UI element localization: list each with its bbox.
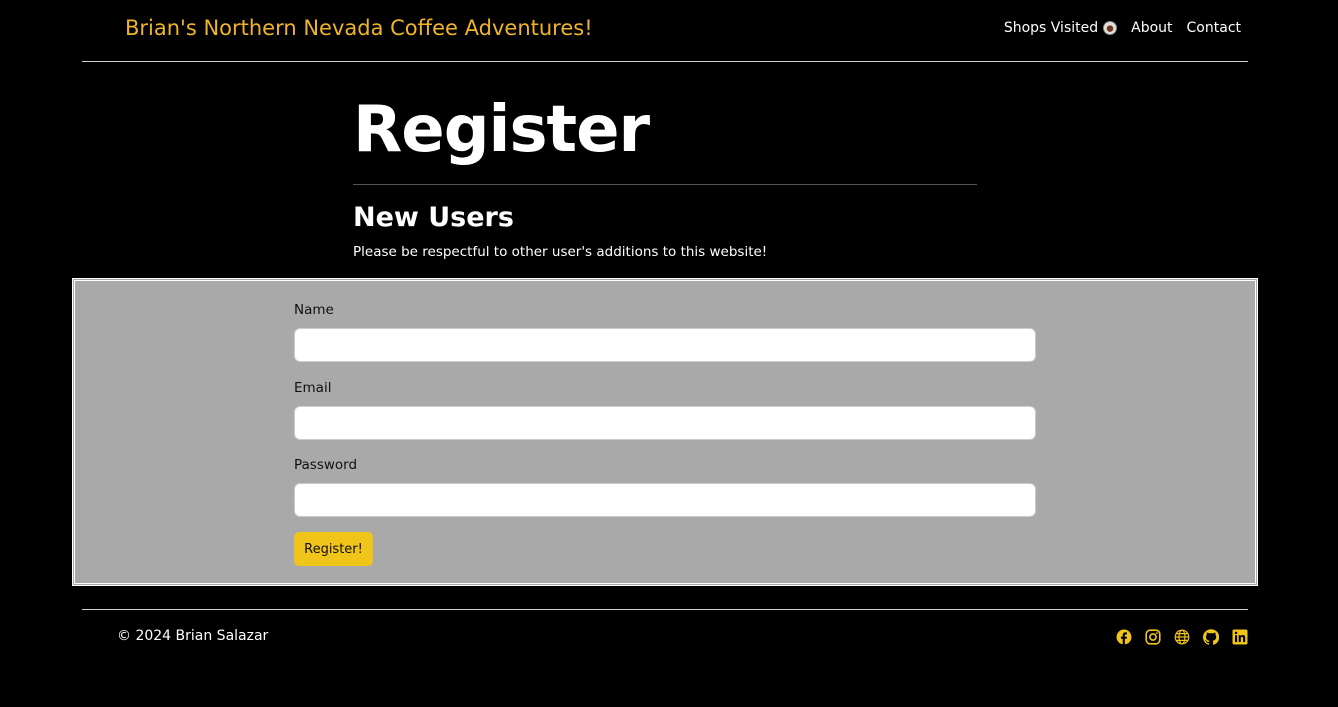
page-title: Register	[353, 93, 650, 167]
register-button[interactable]: Register!	[294, 532, 373, 566]
facebook-icon[interactable]	[1116, 629, 1132, 645]
globe-icon[interactable]	[1174, 629, 1190, 645]
copyright-text: © 2024 Brian Salazar	[117, 628, 269, 644]
page-header: Register	[353, 88, 977, 172]
footer: © 2024 Brian Salazar	[82, 609, 1248, 669]
name-label: Name	[294, 302, 334, 318]
navbar: Brian's Northern Nevada Coffee Adventure…	[82, 0, 1248, 62]
email-field[interactable]	[294, 406, 1036, 440]
name-field[interactable]	[294, 328, 1036, 362]
instagram-icon[interactable]	[1145, 629, 1161, 645]
github-icon[interactable]	[1203, 629, 1219, 645]
nav-links: Shops Visited About Contact	[1004, 20, 1241, 36]
nav-link-contact[interactable]: Contact	[1187, 20, 1241, 36]
intro-text: Please be respectful to other user's add…	[353, 244, 768, 260]
brand-link[interactable]: Brian's Northern Nevada Coffee Adventure…	[125, 16, 593, 40]
coffee-cup-icon	[1103, 21, 1118, 35]
nav-link-about[interactable]: About	[1131, 20, 1172, 36]
nav-link-label: Shops Visited	[1003, 20, 1099, 36]
section-subtitle: New Users	[353, 202, 514, 233]
social-links	[1116, 629, 1248, 645]
email-label: Email	[294, 380, 332, 396]
password-field[interactable]	[294, 483, 1036, 517]
title-divider	[353, 184, 977, 185]
register-form: Name Email Password Register!	[72, 278, 1258, 586]
password-label: Password	[294, 457, 358, 473]
nav-link-shops-visited[interactable]: Shops Visited	[1003, 20, 1118, 36]
linkedin-icon[interactable]	[1232, 629, 1248, 645]
